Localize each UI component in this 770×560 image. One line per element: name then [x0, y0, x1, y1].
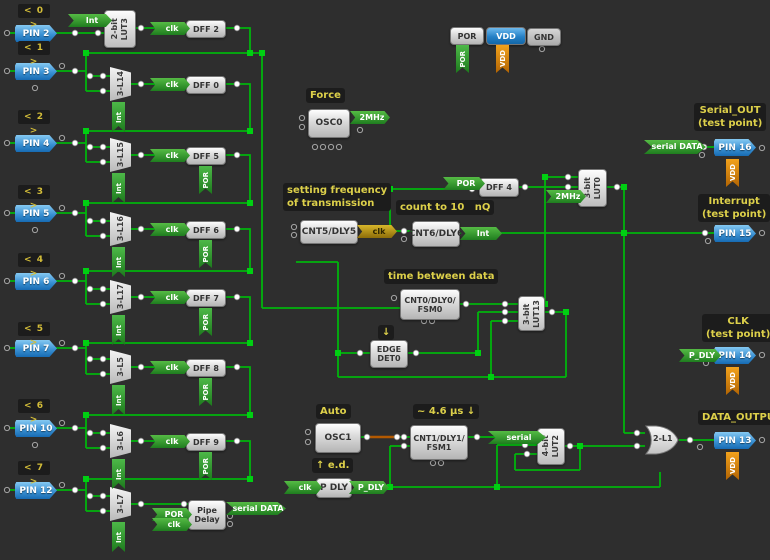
- clk-tag[interactable]: clk: [150, 223, 190, 236]
- lut3-2bit[interactable]: 2-bitLUT3: [104, 10, 136, 48]
- clk-tag[interactable]: clk: [150, 22, 190, 35]
- ed-annotation[interactable]: ↑ e.d.: [312, 458, 353, 473]
- mux-3l17[interactable]: 3-L17: [110, 280, 131, 314]
- 2mhz-tag[interactable]: 2MHz: [546, 190, 586, 203]
- mux-3l7[interactable]: 3-L7: [110, 487, 131, 521]
- pin-index-label-5: < 5 >: [18, 322, 50, 336]
- schematic-canvas: < 0 > < 1 > < 2 > < 3 > < 4 > < 5 > < 6 …: [0, 0, 770, 560]
- cnt1-dly1-fsm1-block[interactable]: CNT1/DLY1/FSM1: [410, 425, 468, 460]
- time-annotation[interactable]: time between data: [384, 269, 498, 284]
- dff-2[interactable]: DFF 2: [186, 20, 226, 38]
- pin-index-label-7: < 7 >: [18, 461, 50, 475]
- dff-5[interactable]: DFF 5: [186, 147, 226, 165]
- p-dly-tag[interactable]: P_DLY: [679, 349, 721, 362]
- pin-index-label-0: < 0 >: [18, 4, 50, 18]
- dff-8[interactable]: DFF 8: [186, 359, 226, 377]
- mux-3l6[interactable]: 3-L6: [110, 424, 131, 458]
- clk-tag[interactable]: clk: [150, 78, 190, 91]
- clk-tag[interactable]: clk: [150, 435, 190, 448]
- us-annotation[interactable]: ~ 4.6 µs ↓: [413, 404, 479, 419]
- clk-tag[interactable]: clk: [152, 518, 192, 531]
- data-output-annotation[interactable]: DATA_OUTPUT: [698, 410, 770, 425]
- por-block[interactable]: POR: [450, 27, 484, 45]
- serial-data-tag[interactable]: serial DATA: [226, 502, 286, 515]
- interrupt-annotation[interactable]: Interrupt(test point): [698, 194, 770, 222]
- serial-data-tag[interactable]: serial DATA: [488, 431, 546, 444]
- clk-tag[interactable]: clk: [150, 149, 190, 162]
- force-annotation[interactable]: Force: [306, 88, 345, 103]
- pin-13[interactable]: PIN 13: [714, 432, 756, 449]
- mux-3l15[interactable]: 3-L15: [110, 138, 131, 172]
- pin-index-label-3: < 3 >: [18, 185, 50, 199]
- pin-index-label-6: < 6 >: [18, 399, 50, 413]
- down-arrow-annotation[interactable]: ↓: [378, 325, 394, 340]
- pin-index-label-1: < 1 >: [18, 41, 50, 55]
- pipe-delay-block[interactable]: PipeDelay: [188, 500, 226, 530]
- serial-out-annotation[interactable]: Serial_OUT(test point): [694, 103, 766, 131]
- osc0-block[interactable]: OSC0: [308, 109, 350, 138]
- osc1-block[interactable]: OSC1: [315, 423, 361, 453]
- serial-data-tag[interactable]: serial DATA: [644, 140, 706, 154]
- dff-7[interactable]: DFF 7: [186, 289, 226, 307]
- pin-index-label-4: < 4 >: [18, 253, 50, 267]
- mux-3l5[interactable]: 3-L5: [110, 350, 131, 384]
- mux-3l16[interactable]: 3-L16: [110, 212, 131, 246]
- auto-annotation[interactable]: Auto: [316, 404, 351, 419]
- clk-tag[interactable]: clk: [150, 361, 190, 374]
- clk-tag[interactable]: clk: [150, 291, 190, 304]
- dff-4[interactable]: DFF 4: [479, 178, 519, 197]
- lut0-3bit[interactable]: 3-bitLUT0: [578, 169, 607, 207]
- pin-15[interactable]: PIN 15: [714, 225, 756, 242]
- clk-tp-annotation[interactable]: CLK(test point): [702, 314, 770, 342]
- 2mhz-tag[interactable]: 2MHz: [350, 111, 390, 124]
- dff-9[interactable]: DFF 9: [186, 433, 226, 451]
- dff-6[interactable]: DFF 6: [186, 221, 226, 239]
- freq-annotation[interactable]: setting frequencyof transmission: [283, 183, 391, 211]
- por-tag[interactable]: POR: [443, 177, 485, 190]
- p-dly-tag[interactable]: P_DLY: [349, 481, 389, 494]
- count-annotation[interactable]: count to 10 nQ: [396, 200, 494, 215]
- clk-tag-gold[interactable]: clk: [357, 225, 397, 238]
- vdd-block[interactable]: VDD: [486, 27, 526, 45]
- cnt5-dly5-block[interactable]: CNT5/DLY5: [300, 220, 358, 244]
- edge-det0-block[interactable]: EDGEDET0: [370, 340, 408, 368]
- pin-16[interactable]: PIN 16: [714, 139, 756, 156]
- or-gate-2l1[interactable]: 2-L1: [645, 425, 679, 455]
- lut13-3bit[interactable]: 3-bitLUT13: [518, 296, 545, 331]
- cnt0-dly0-fsm0-block[interactable]: CNT0/DLY0/FSM0: [400, 289, 460, 320]
- int-tag[interactable]: Int: [68, 14, 112, 27]
- gnd-block[interactable]: GND: [527, 28, 561, 46]
- cnt6-dly6-block[interactable]: CNT6/DLY6: [412, 221, 460, 247]
- clk-tag[interactable]: clk: [284, 481, 322, 494]
- lut2-4bit[interactable]: 4-bitLUT2: [537, 428, 565, 465]
- dff-0[interactable]: DFF 0: [186, 76, 226, 94]
- int-tag[interactable]: Int: [460, 227, 502, 240]
- pin-index-label-2: < 2 >: [18, 110, 50, 124]
- mux-3l14[interactable]: 3-L14: [110, 67, 131, 101]
